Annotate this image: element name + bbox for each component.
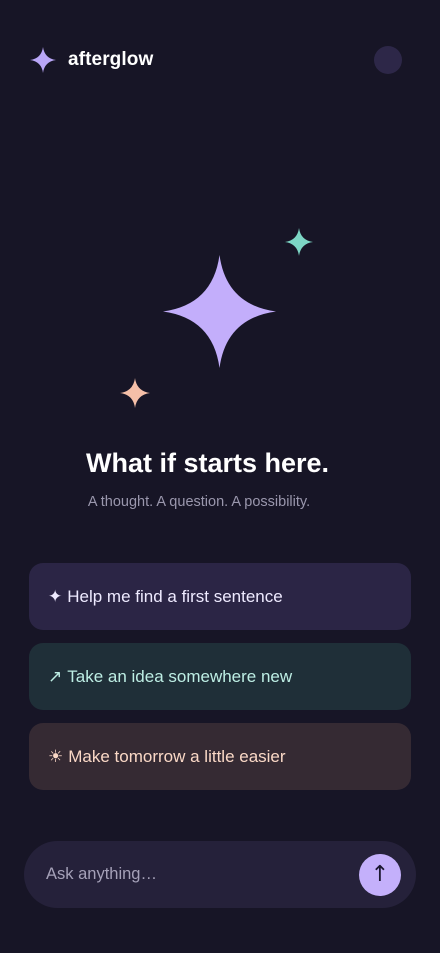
app-header: afterglow [30,44,402,76]
arrow-up-icon: ↑ [370,862,390,887]
ask-input[interactable] [46,865,359,884]
suggestion-label: Take an idea somewhere new [67,666,293,686]
suggestion-first-sentence[interactable]: ✦ Help me find a first sentence [29,563,411,630]
sparkle-icon: ✦ [48,586,63,606]
arrow-up-right-icon: ↗ [48,666,63,686]
sparkle-teal-icon [285,228,313,256]
sparkle-peach-icon [120,378,150,408]
message-composer: ↑ [24,841,416,908]
hero-subline: A thought. A question. A possibility. [87,494,311,510]
suggestion-label: Help me find a first sentence [67,586,283,606]
suggestion-tomorrow[interactable]: ☀ Make tomorrow a little easier [29,723,411,790]
sparkle-icon [30,47,56,73]
avatar[interactable] [374,46,402,74]
suggestion-label: Make tomorrow a little easier [68,746,286,766]
suggestion-new-idea[interactable]: ↗ Take an idea somewhere new [29,643,411,710]
brand[interactable]: afterglow [30,47,153,73]
hero-headline: What if starts here. [85,448,330,478]
send-button[interactable]: ↑ [359,853,401,896]
app-name: afterglow [68,49,154,70]
sparkle-large-icon [163,255,276,368]
sun-icon: ☀ [48,746,64,766]
